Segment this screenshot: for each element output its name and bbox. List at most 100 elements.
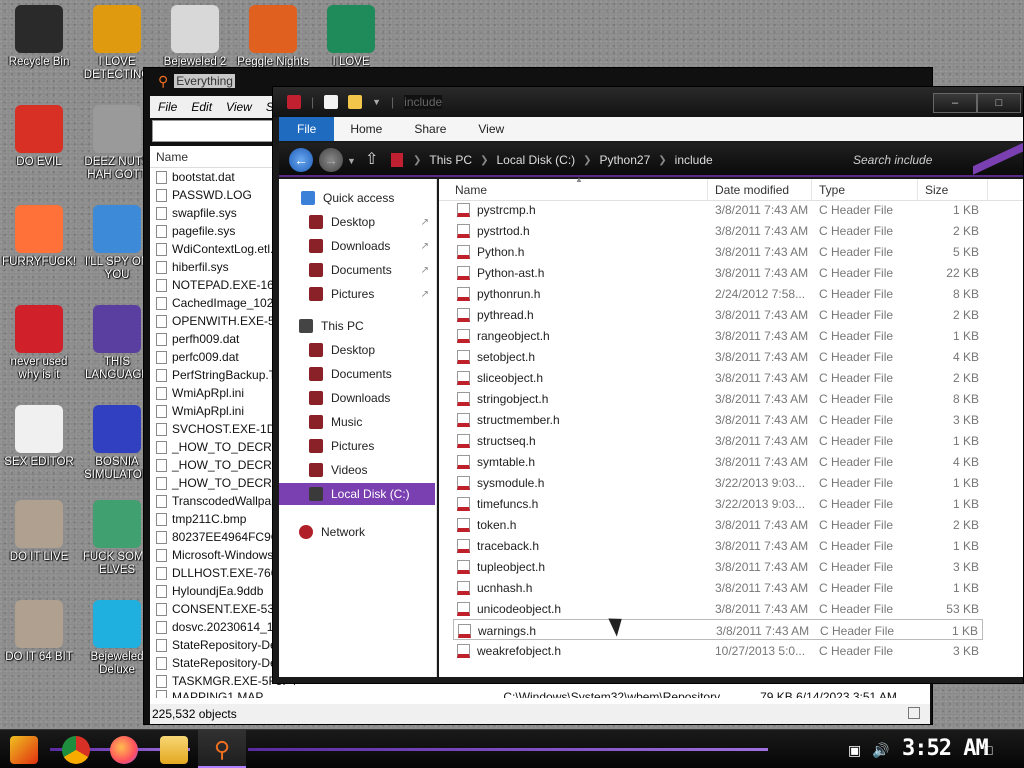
file-row[interactable]: structmember.h 3/8/2011 7:43 AM C Header F… — [453, 409, 983, 430]
nav-quick-item[interactable]: Desktop ↗ — [279, 211, 437, 233]
nav-pc-item[interactable]: Videos — [279, 459, 437, 481]
nav-local-disk-selected[interactable]: Local Disk (C:) — [279, 483, 435, 505]
file-explorer-icon[interactable] — [160, 736, 188, 764]
qat-dropdown-icon[interactable]: ▼ — [372, 97, 381, 107]
everything-search-icon[interactable]: ⚲ — [208, 736, 236, 764]
file-row[interactable]: Python.h 3/8/2011 7:43 AM C Header File 5 K… — [453, 241, 983, 262]
search-include-input[interactable]: Search include — [845, 150, 985, 170]
file-row[interactable]: tupleobject.h 3/8/2011 7:43 AM C Header Fi… — [453, 556, 983, 577]
ribbon-tab-share[interactable]: Share — [398, 117, 462, 141]
everything-object-count: 225,532 objects — [152, 707, 237, 721]
file-row[interactable]: traceback.h 3/8/2011 7:43 AM C Header File… — [453, 535, 983, 556]
desktop-shortcut[interactable]: SEX EDITOR — [0, 405, 78, 469]
firefox-icon[interactable] — [110, 736, 138, 764]
column-divider[interactable] — [917, 179, 918, 201]
explorer-app-icon — [287, 95, 301, 109]
desktop-shortcut[interactable]: DO IT LIVE — [0, 500, 78, 564]
up-button[interactable]: ⇧ — [365, 149, 378, 169]
desktop-shortcut[interactable]: Recycle Bin — [0, 5, 78, 69]
file-row[interactable]: ucnhash.h 3/8/2011 7:43 AM C Header File 1 … — [453, 577, 983, 598]
desktop-shortcut[interactable]: Peggle Nights — [234, 5, 312, 69]
file-row[interactable]: weakrefobject.h 10/27/2013 5:0... C Header… — [453, 640, 983, 661]
file-row[interactable]: pystrtod.h 3/8/2011 7:43 AM C Header File 2… — [453, 220, 983, 241]
file-row[interactable]: stringobject.h 3/8/2011 7:43 AM C Header F… — [453, 388, 983, 409]
desktop-shortcut[interactable]: FURRYFUCK! — [0, 205, 78, 269]
breadcrumb-chevron-icon[interactable]: ❯ — [413, 155, 421, 166]
desktop-shortcut[interactable]: DO EVIL — [0, 105, 78, 169]
new-folder-icon[interactable] — [348, 95, 363, 109]
file-row[interactable]: pythonrun.h 2/24/2012 7:58... C Header Fil… — [453, 283, 983, 304]
file-row[interactable]: timefuncs.h 3/22/2013 9:03... C Header Fil… — [453, 493, 983, 514]
file-row[interactable]: sliceobject.h 3/8/2011 7:43 AM C Header Fi… — [453, 367, 983, 388]
breadcrumb-item[interactable]: This PC — [429, 153, 472, 167]
recent-locations-icon[interactable]: ▼ — [347, 156, 356, 166]
everything-menu-item[interactable]: Edit — [191, 100, 212, 114]
everything-result-row[interactable]: MAPPING1.MAP C:\Windows\System32\wbem\Rep… — [150, 690, 930, 698]
name-column-header[interactable]: Name — [455, 183, 487, 197]
nav-quick-item[interactable]: Downloads ↗ — [279, 235, 437, 257]
ribbon-tab-view[interactable]: View — [462, 117, 520, 141]
ribbon-tab-home[interactable]: Home — [334, 117, 398, 141]
breadcrumb[interactable]: ❯ This PC ❯ Local Disk (C:) ❯ Python27 ❯ includ… — [391, 151, 713, 169]
volume-tray-icon[interactable]: 🔊 — [872, 742, 889, 759]
breadcrumb-item[interactable]: Local Disk (C:) — [496, 153, 575, 167]
chrome-icon[interactable] — [62, 736, 90, 764]
nav-pc-item[interactable]: Downloads — [279, 387, 437, 409]
desktop-shortcut[interactable]: I LOVE — [312, 5, 390, 69]
maximize-button[interactable]: □ — [977, 93, 1021, 113]
back-button[interactable]: ← — [289, 148, 313, 172]
column-divider[interactable] — [987, 179, 988, 201]
everything-file-name: HyloundjEa.9ddb — [172, 584, 264, 598]
file-row[interactable]: unicodeobject.h 3/8/2011 7:43 AM C Header … — [453, 598, 983, 619]
file-row[interactable]: symtable.h 3/8/2011 7:43 AM C Header File 4… — [453, 451, 983, 472]
nav-quick-item[interactable]: Documents ↗ — [279, 259, 437, 281]
desktop-shortcut[interactable]: DO IT 64 BIT — [0, 600, 78, 664]
notifications-icon[interactable]: □ — [984, 742, 992, 758]
nav-pc-item[interactable]: Desktop — [279, 339, 437, 361]
taskbar-clock[interactable]: 3:52 AM — [902, 736, 989, 761]
nav-pc-item[interactable]: Pictures — [279, 435, 437, 457]
file-row[interactable]: sysmodule.h 3/22/2013 9:03... C Header Fil… — [453, 472, 983, 493]
downloads-folder-icon — [309, 391, 323, 405]
minimize-button[interactable]: – — [933, 93, 977, 113]
nav-this-pc[interactable]: This PC — [279, 315, 437, 337]
breadcrumb-chevron-icon[interactable]: ❯ — [658, 155, 666, 166]
size-column-header[interactable]: Size — [925, 183, 948, 197]
explorer-titlebar[interactable]: | ▼ | include — [273, 87, 1023, 117]
ribbon-tab-file[interactable]: File — [279, 117, 335, 141]
file-row[interactable]: Python-ast.h 3/8/2011 7:43 AM C Header Fil… — [453, 262, 983, 283]
breadcrumb-item[interactable]: Python27 — [600, 153, 651, 167]
everything-menu-item[interactable]: View — [226, 100, 252, 114]
desktop-shortcut[interactable]: Bejeweled 2 — [156, 5, 234, 69]
explorer-window[interactable]: | ▼ | include – □ File Home Share View ← → … — [272, 86, 1024, 684]
nav-quick-access[interactable]: Quick access — [279, 187, 437, 209]
everything-menu-item[interactable]: File — [158, 100, 177, 114]
date-modified-column-header[interactable]: Date modified — [715, 183, 789, 197]
column-divider[interactable] — [811, 179, 812, 201]
nav-pc-item[interactable]: Music — [279, 411, 437, 433]
file-size: 1 KB — [952, 539, 979, 553]
breadcrumb-chevron-icon[interactable]: ❯ — [480, 155, 488, 166]
nav-pc-item[interactable]: Documents — [279, 363, 437, 385]
file-row[interactable]: pythread.h 3/8/2011 7:43 AM C Header File 2… — [453, 304, 983, 325]
properties-icon[interactable] — [324, 95, 339, 109]
nav-quick-item[interactable]: Pictures ↗ — [279, 283, 437, 305]
file-row[interactable]: pystrcmp.h 3/8/2011 7:43 AM C Header File 1… — [453, 203, 983, 220]
file-row[interactable]: setobject.h 3/8/2011 7:43 AM C Header File… — [453, 346, 983, 367]
nav-network[interactable]: Network — [279, 521, 437, 543]
network-tray-icon[interactable]: ▣ — [848, 742, 861, 759]
type-column-header[interactable]: Type — [819, 183, 845, 197]
bosnia-sim-icon — [93, 405, 141, 453]
breadcrumb-chevron-icon[interactable]: ❯ — [583, 155, 591, 166]
forward-button[interactable]: → — [319, 148, 343, 172]
column-divider[interactable] — [707, 179, 708, 201]
file-row[interactable]: warnings.h 3/8/2011 7:43 AM C Header File 1… — [453, 619, 983, 640]
everything-status-checkbox[interactable] — [908, 707, 920, 719]
start-icon[interactable] — [10, 736, 38, 764]
breadcrumb-item[interactable]: include — [675, 153, 713, 167]
file-row[interactable]: rangeobject.h 3/8/2011 7:43 AM C Header Fi… — [453, 325, 983, 346]
file-row[interactable]: structseq.h 3/8/2011 7:43 AM C Header File… — [453, 430, 983, 451]
desktop-shortcut[interactable]: never used why is it — [0, 305, 78, 382]
file-row[interactable]: token.h 3/8/2011 7:43 AM C Header File 2 KB — [453, 514, 983, 535]
file-name: stringobject.h — [477, 392, 549, 406]
